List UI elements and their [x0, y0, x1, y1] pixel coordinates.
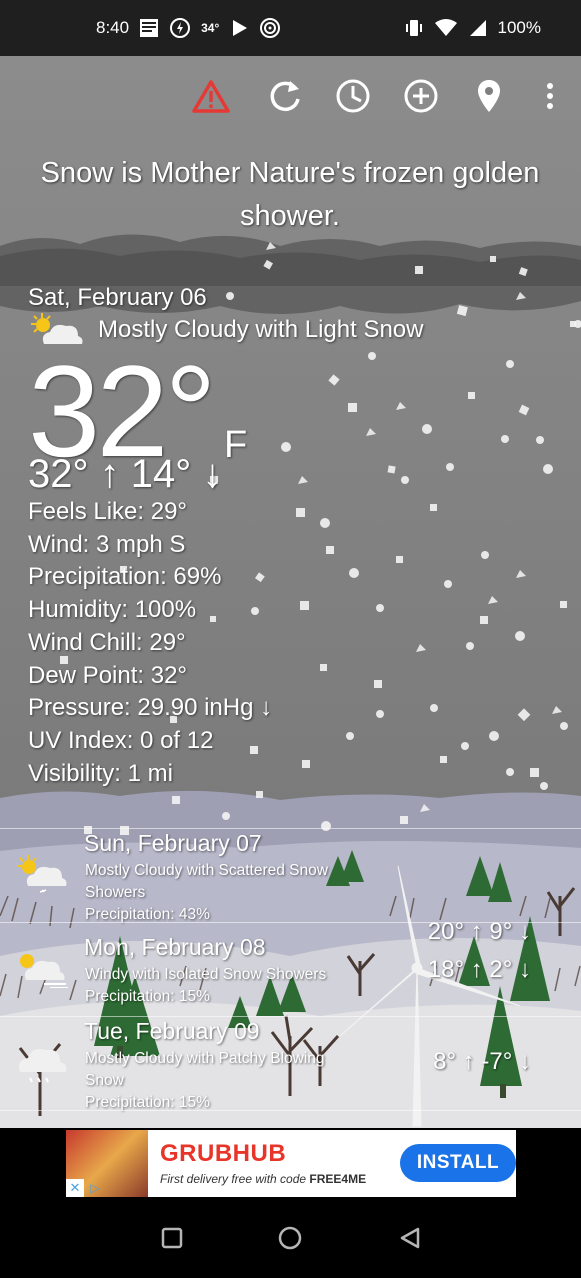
- feels-like: Feels Like: 29°: [28, 498, 188, 525]
- weather-app: Snow is Mother Nature's frozen golden sh…: [0, 56, 581, 1128]
- refresh-button[interactable]: [265, 74, 305, 118]
- forecast-date: Mon, February 08: [84, 934, 266, 960]
- ad-close-icon[interactable]: ✕: [66, 1179, 84, 1197]
- partly-cloudy-snow-icon: [17, 855, 67, 893]
- ad-text-prefix: First delivery free with code: [160, 1172, 310, 1186]
- windy-snow-icon: [20, 954, 68, 988]
- refresh-icon: [270, 81, 300, 112]
- forecast-description: Mostly Cloudy with Patchy Blowing Snow P…: [85, 1048, 355, 1114]
- weather-details: Feels Like: 29° Wind: 3 mph S Precipitat…: [28, 496, 272, 790]
- wifi-icon: [434, 18, 458, 38]
- alert-button[interactable]: [191, 74, 231, 118]
- wind-chill: Wind Chill: 29°: [28, 628, 186, 656]
- ad-install-button[interactable]: INSTALL: [400, 1144, 516, 1182]
- play-store-icon: [229, 18, 249, 38]
- forecast-condition: Windy with Isolated Snow Showers: [85, 966, 327, 983]
- status-bar: 8:40 34° 100%: [0, 0, 581, 56]
- visibility: Visibility: 1 mi: [28, 759, 173, 787]
- humidity: Humidity: 100%: [28, 596, 197, 624]
- navigation-bar: [0, 1198, 581, 1278]
- home-button[interactable]: [268, 1216, 312, 1260]
- forecast-date: Sun, February 07: [84, 830, 262, 856]
- add-location-icon: [404, 79, 438, 113]
- temperature-unit: F: [224, 424, 248, 466]
- forecast-divider: [0, 922, 581, 923]
- status-bar-left: 8:40 34°: [96, 0, 281, 56]
- status-time: 8:40: [96, 18, 130, 37]
- recents-square-icon: [161, 1227, 183, 1249]
- forecast-temps-text: 18° ↑ 2° ↓: [427, 956, 531, 983]
- clock-icon: [336, 79, 370, 113]
- forecast-precipitation: Precipitation: 15%: [85, 988, 210, 1005]
- warning-icon: [192, 80, 230, 113]
- forecast-condition: Mostly Cloudy with Scattered Snow Shower…: [85, 862, 328, 901]
- toolbar: [0, 74, 581, 118]
- battery-level: 100%: [497, 18, 541, 37]
- today-panel: Sat, February 06 Mostly Cloudy with Ligh…: [28, 284, 568, 787]
- forecast-divider: [0, 828, 581, 829]
- ad-banner[interactable]: GRUBHUB First delivery free with code FR…: [66, 1130, 516, 1197]
- status-temp-badge: 34°: [201, 21, 220, 35]
- cloudy-snow-icon: [19, 1049, 67, 1083]
- forecast-temps: 8° ↑ -7° ↓: [433, 1048, 531, 1076]
- weather-channel-icon: [139, 18, 159, 38]
- forecast-description: Windy with Isolated Snow Showers Precipi…: [85, 964, 355, 1008]
- forecast-divider: [0, 1016, 581, 1017]
- add-location-button[interactable]: [401, 74, 441, 118]
- home-circle-icon: [278, 1226, 302, 1250]
- uv-index: UV Index: 0 of 12: [28, 726, 214, 754]
- wind: Wind: 3 mph S: [28, 530, 186, 558]
- location-pin-icon: [478, 80, 500, 112]
- today-date: Sat, February 06: [28, 284, 207, 311]
- vibrate-icon: [404, 18, 424, 38]
- ad-code: FREE4ME: [309, 1172, 367, 1186]
- forecast-condition: Mostly Cloudy with Patchy Blowing Snow: [85, 1050, 325, 1089]
- weather-quote: Snow is Mother Nature's frozen golden sh…: [40, 157, 540, 232]
- more-vert-icon: [547, 83, 553, 109]
- precipitation: Precipitation: 69%: [28, 563, 222, 591]
- signal-icon: [468, 18, 488, 38]
- back-triangle-icon: [400, 1227, 420, 1249]
- forecast-precipitation: Precipitation: 15%: [85, 1094, 210, 1111]
- recents-button[interactable]: [150, 1216, 194, 1260]
- ad-brand: GRUBHUB: [160, 1140, 287, 1167]
- back-button[interactable]: [388, 1216, 432, 1260]
- forecast-row[interactable]: Tue, February 09 Mostly Cloudy with Patc…: [0, 1018, 581, 1111]
- forecast-row[interactable]: Sun, February 07 Mostly Cloudy with Scat…: [0, 830, 581, 945]
- ad-text: First delivery free with code FREE4ME: [160, 1172, 366, 1186]
- location-button[interactable]: [469, 74, 509, 118]
- forecast-description: Mostly Cloudy with Scattered Snow Shower…: [85, 860, 355, 926]
- dew-point: Dew Point: 32°: [28, 661, 188, 689]
- alert-circle-icon: [169, 17, 191, 39]
- forecast-temps-text: 8° ↑ -7° ↓: [433, 1048, 531, 1075]
- status-bar-right: 100%: [404, 0, 541, 56]
- forecast-precipitation: Precipitation: 43%: [85, 906, 210, 923]
- forecast-divider: [0, 1110, 581, 1111]
- forecast-temps: 18° ↑ 2° ↓: [428, 956, 531, 984]
- pressure: Pressure: 29.90 inHg ↓: [28, 694, 273, 722]
- ad-info-icon[interactable]: ▷: [86, 1179, 104, 1197]
- history-button[interactable]: [333, 74, 373, 118]
- target-icon: [259, 17, 281, 39]
- more-menu-button[interactable]: [530, 74, 570, 118]
- forecast-row[interactable]: Mon, February 08 Windy with Isolated Sno…: [0, 934, 581, 1018]
- high-low-temps: 32° ↑ 14° ↓: [28, 452, 223, 496]
- forecast-date: Tue, February 09: [84, 1018, 260, 1044]
